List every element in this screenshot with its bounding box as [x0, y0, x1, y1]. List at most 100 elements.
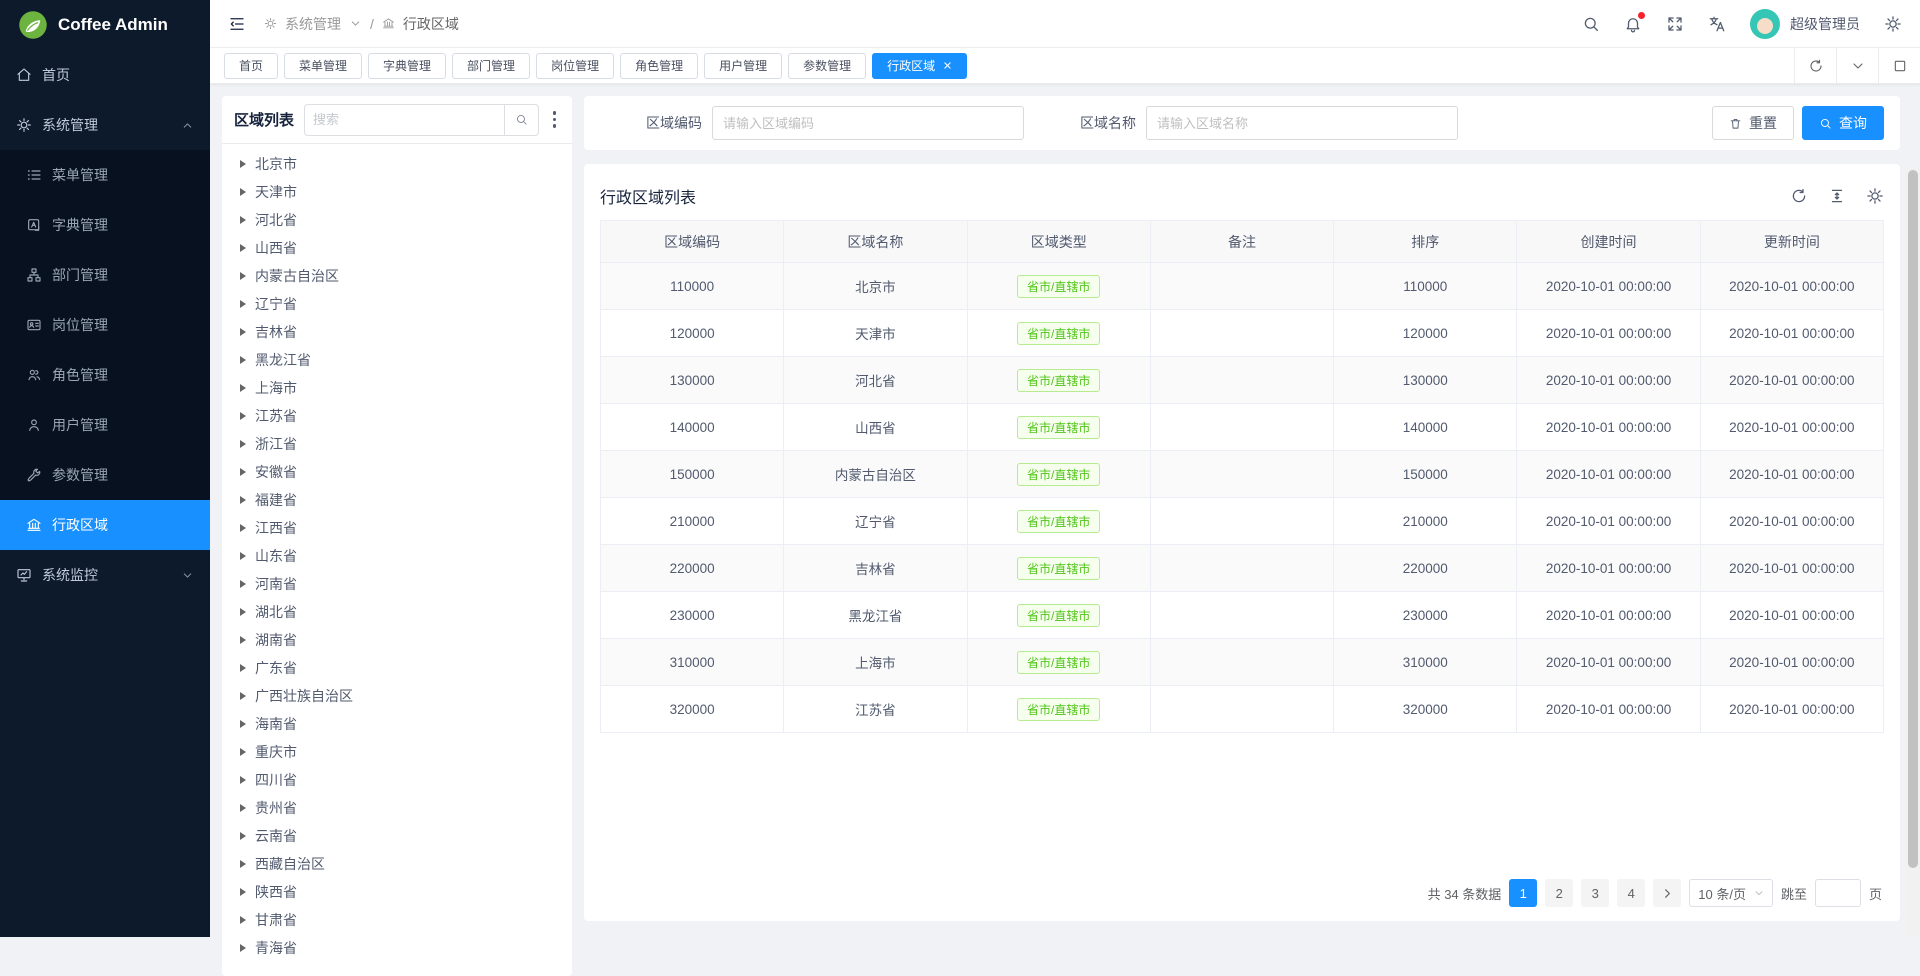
notification-button[interactable] — [1624, 15, 1642, 33]
page-number-button[interactable]: 3 — [1581, 879, 1609, 907]
table-row[interactable]: 130000 河北省 省市/直辖市 130000 2020-10-01 00:0… — [601, 357, 1884, 404]
tree-node[interactable]: 安徽省 — [222, 458, 572, 486]
tree-node[interactable]: 黑龙江省 — [222, 346, 572, 374]
tree-node[interactable]: 河南省 — [222, 570, 572, 598]
tree-search-button[interactable] — [505, 104, 539, 136]
tab[interactable]: 用户管理 — [704, 53, 782, 79]
table-row[interactable]: 320000 江苏省 省市/直辖市 320000 2020-10-01 00:0… — [601, 686, 1884, 733]
row-height-icon[interactable] — [1828, 187, 1846, 205]
page-number-button[interactable]: 4 — [1617, 879, 1645, 907]
caret-right-icon[interactable] — [240, 160, 246, 168]
region-name-input[interactable] — [1146, 106, 1458, 140]
sidebar-item-admin-region[interactable]: 行政区域 — [0, 500, 210, 550]
tree-node[interactable]: 云南省 — [222, 822, 572, 850]
tree-node[interactable]: 河北省 — [222, 206, 572, 234]
tree-node[interactable]: 浙江省 — [222, 430, 572, 458]
sidebar-item-post-management[interactable]: 岗位管理 — [0, 300, 210, 350]
tree-node[interactable]: 广西壮族自治区 — [222, 682, 572, 710]
fullscreen-button[interactable] — [1666, 15, 1684, 33]
tree-node[interactable]: 内蒙古自治区 — [222, 262, 572, 290]
page-number-button[interactable]: 2 — [1545, 879, 1573, 907]
refresh-tab-button[interactable] — [1794, 48, 1836, 83]
caret-right-icon[interactable] — [240, 496, 246, 504]
sidebar-item-system-monitor[interactable]: 系统监控 — [0, 550, 210, 600]
table-row[interactable]: 230000 黑龙江省 省市/直辖市 230000 2020-10-01 00:… — [601, 592, 1884, 639]
caret-right-icon[interactable] — [240, 664, 246, 672]
caret-right-icon[interactable] — [240, 776, 246, 784]
caret-right-icon[interactable] — [240, 692, 246, 700]
caret-right-icon[interactable] — [240, 608, 246, 616]
tab[interactable]: 部门管理 — [452, 53, 530, 79]
tree-node[interactable]: 上海市 — [222, 374, 572, 402]
tree-node[interactable]: 贵州省 — [222, 794, 572, 822]
tree-search-input[interactable] — [304, 104, 504, 136]
tree-node[interactable]: 湖南省 — [222, 626, 572, 654]
column-settings-gear-icon[interactable] — [1866, 187, 1884, 205]
user-avatar[interactable] — [1750, 9, 1780, 39]
sidebar-item-system-management[interactable]: 系统管理 — [0, 100, 210, 150]
caret-right-icon[interactable] — [240, 524, 246, 532]
tab[interactable]: 菜单管理 — [284, 53, 362, 79]
next-page-button[interactable] — [1653, 879, 1681, 907]
tab[interactable]: 角色管理 — [620, 53, 698, 79]
tree-node[interactable]: 海南省 — [222, 710, 572, 738]
tree-node[interactable]: 天津市 — [222, 178, 572, 206]
tree-node[interactable]: 四川省 — [222, 766, 572, 794]
table-row[interactable]: 210000 辽宁省 省市/直辖市 210000 2020-10-01 00:0… — [601, 498, 1884, 545]
caret-right-icon[interactable] — [240, 300, 246, 308]
caret-right-icon[interactable] — [240, 384, 246, 392]
username-label[interactable]: 超级管理员 — [1790, 14, 1860, 34]
sidebar-item-parameter-management[interactable]: 参数管理 — [0, 450, 210, 500]
sidebar-item-home[interactable]: 首页 — [0, 50, 210, 100]
sidebar-item-role-management[interactable]: 角色管理 — [0, 350, 210, 400]
page-size-select[interactable]: 10 条/页 — [1689, 879, 1773, 907]
table-row[interactable]: 120000 天津市 省市/直辖市 120000 2020-10-01 00:0… — [601, 310, 1884, 357]
jump-page-input[interactable] — [1815, 879, 1861, 907]
table-row[interactable]: 140000 山西省 省市/直辖市 140000 2020-10-01 00:0… — [601, 404, 1884, 451]
sidebar-item-user-management[interactable]: 用户管理 — [0, 400, 210, 450]
header-search-button[interactable] — [1582, 15, 1600, 33]
column-header[interactable]: 更新时间 — [1700, 221, 1883, 263]
tree-node[interactable]: 吉林省 — [222, 318, 572, 346]
tree-node[interactable]: 江苏省 — [222, 402, 572, 430]
reset-button[interactable]: 重置 — [1712, 106, 1794, 140]
caret-right-icon[interactable] — [240, 328, 246, 336]
scrollbar-thumb[interactable] — [1908, 170, 1918, 868]
caret-right-icon[interactable] — [240, 580, 246, 588]
caret-right-icon[interactable] — [240, 804, 246, 812]
sidebar-item-menu-management[interactable]: 菜单管理 — [0, 150, 210, 200]
tree-node[interactable]: 辽宁省 — [222, 290, 572, 318]
caret-right-icon[interactable] — [240, 888, 246, 896]
tree-node[interactable]: 广东省 — [222, 654, 572, 682]
caret-right-icon[interactable] — [240, 412, 246, 420]
table-row[interactable]: 110000 北京市 省市/直辖市 110000 2020-10-01 00:0… — [601, 263, 1884, 310]
tab[interactable]: 首页 — [224, 53, 278, 79]
tab[interactable]: 参数管理 — [788, 53, 866, 79]
column-header[interactable]: 排序 — [1334, 221, 1517, 263]
region-code-input[interactable] — [712, 106, 1024, 140]
column-header[interactable]: 区域编码 — [601, 221, 784, 263]
tab-active-admin-region[interactable]: 行政区域 — [872, 53, 967, 79]
caret-right-icon[interactable] — [240, 916, 246, 924]
tab[interactable]: 岗位管理 — [536, 53, 614, 79]
caret-right-icon[interactable] — [240, 944, 246, 952]
content-fullscreen-button[interactable] — [1878, 48, 1920, 83]
caret-right-icon[interactable] — [240, 188, 246, 196]
tree-node[interactable]: 山东省 — [222, 542, 572, 570]
caret-right-icon[interactable] — [240, 636, 246, 644]
tree-node[interactable]: 陕西省 — [222, 878, 572, 906]
tree-node[interactable]: 西藏自治区 — [222, 850, 572, 878]
sidebar-item-dict-management[interactable]: 字典管理 — [0, 200, 210, 250]
breadcrumb-section[interactable]: 系统管理 — [285, 14, 341, 34]
caret-right-icon[interactable] — [240, 216, 246, 224]
settings-button[interactable] — [1884, 15, 1902, 33]
tree-node[interactable]: 甘肃省 — [222, 906, 572, 934]
table-row[interactable]: 220000 吉林省 省市/直辖市 220000 2020-10-01 00:0… — [601, 545, 1884, 592]
tree-node[interactable]: 青海省 — [222, 934, 572, 962]
table-row[interactable]: 150000 内蒙古自治区 省市/直辖市 150000 2020-10-01 0… — [601, 451, 1884, 498]
caret-right-icon[interactable] — [240, 356, 246, 364]
table-row[interactable]: 310000 上海市 省市/直辖市 310000 2020-10-01 00:0… — [601, 639, 1884, 686]
refresh-icon[interactable] — [1790, 187, 1808, 205]
column-header[interactable]: 区域类型 — [967, 221, 1150, 263]
caret-right-icon[interactable] — [240, 440, 246, 448]
